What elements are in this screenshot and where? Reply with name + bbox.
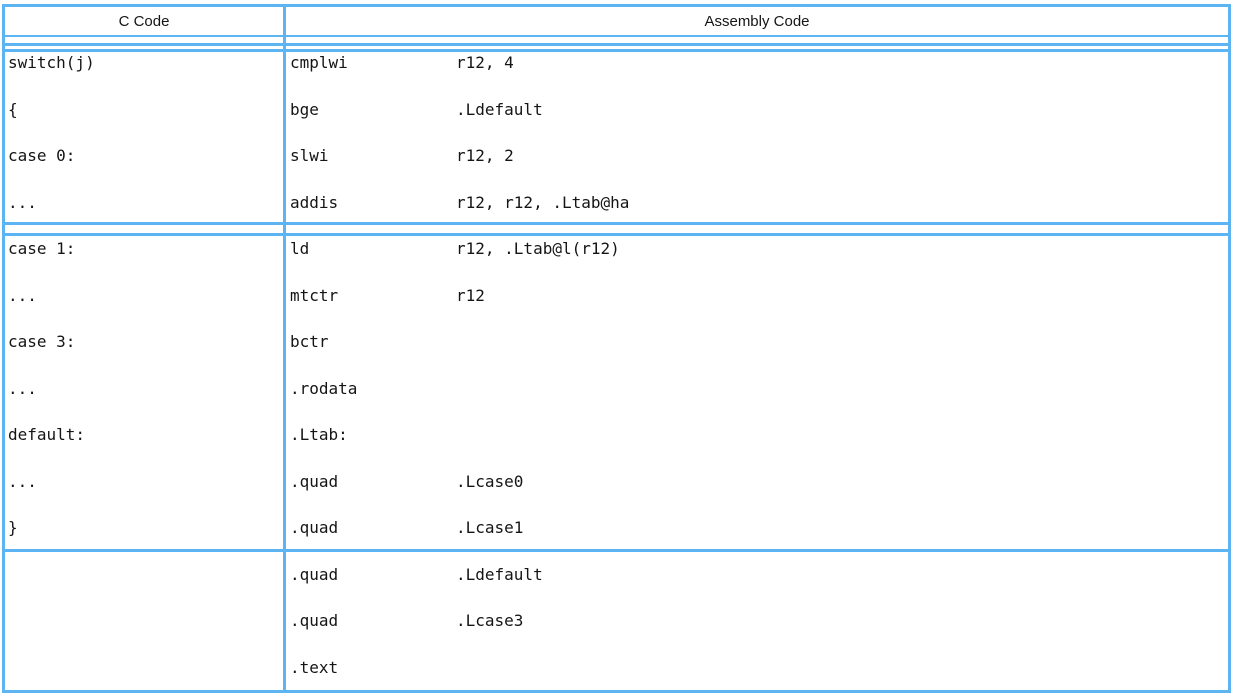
asm-opcode-cell: slwi [290,145,329,167]
asm-operand-cell: r12, .Ltab@l(r12) [456,238,620,260]
asm-opcode-cell: mtctr [290,285,338,307]
table-outer-border [2,4,1231,693]
asm-operand-cell: r12, 4 [456,52,514,74]
assembly-code-column-header: Assembly Code [286,12,1228,32]
asm-opcode-cell: bge [290,99,319,121]
asm-operand-cell: r12, r12, .Ltab@ha [456,192,629,214]
asm-operand-cell: .Lcase3 [456,610,523,632]
c-code-cell: case 0: [8,145,75,167]
asm-opcode-cell: .text [290,657,338,679]
asm-operand-cell: .Lcase0 [456,471,523,493]
c-code-cell: default: [8,424,85,446]
c-code-cell: ... [8,285,37,307]
c-code-cell: ... [8,471,37,493]
asm-opcode-cell: bctr [290,331,329,353]
body-top-double-rule-2 [2,49,1231,52]
asm-operand-cell: r12 [456,285,485,307]
body-top-double-rule-1 [2,43,1231,46]
asm-operand-cell: .Ldefault [456,564,543,586]
asm-opcode-cell: cmplwi [290,52,348,74]
asm-opcode-cell: .quad [290,471,338,493]
c-code-cell: case 3: [8,331,75,353]
c-code-cell: ... [8,378,37,400]
c-code-cell: case 1: [8,238,75,260]
c-code-cell: ... [8,192,37,214]
asm-opcode-cell: .quad [290,564,338,586]
c-code-cell: switch(j) [8,52,95,74]
asm-opcode-cell: .quad [290,610,338,632]
asm-opcode-cell: ld [290,238,309,260]
asm-opcode-cell: addis [290,192,338,214]
asm-operand-cell: r12, 2 [456,145,514,167]
asm-opcode-cell: .rodata [290,378,357,400]
section-divider-2 [2,549,1231,552]
asm-operand-cell: .Ldefault [456,99,543,121]
asm-opcode-cell: .quad [290,517,338,539]
asm-opcode-cell: .Ltab: [290,424,348,446]
column-divider [283,4,286,693]
c-code-column-header: C Code [5,12,283,32]
c-code-cell: } [8,517,18,539]
section-divider-1b [2,233,1231,236]
asm-operand-cell: .Lcase1 [456,517,523,539]
section-divider-1a [2,222,1231,225]
c-code-cell: { [8,99,18,121]
header-bottom-rule [2,35,1231,37]
code-comparison-table: C Code Assembly Code switch(j) cmplwi r12,… [0,0,1237,697]
